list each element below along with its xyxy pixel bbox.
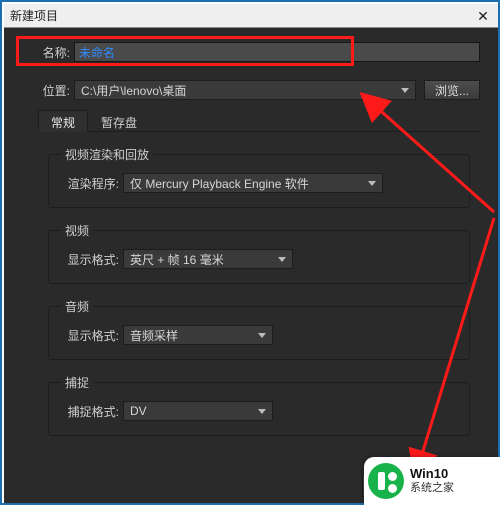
audio-display-dropdown[interactable]: 音频采样 xyxy=(123,325,273,345)
watermark-logo-icon xyxy=(368,463,404,499)
chevron-down-icon xyxy=(258,333,266,338)
renderer-dropdown[interactable]: 仅 Mercury Playback Engine 软件 xyxy=(123,173,383,193)
chevron-down-icon xyxy=(278,257,286,262)
chevron-down-icon xyxy=(401,88,409,93)
group-video: 视频 显示格式: 英尺 + 帧 16 毫米 xyxy=(48,222,470,284)
capture-format-dropdown[interactable]: DV xyxy=(123,401,273,421)
name-label: 名称: xyxy=(38,44,74,61)
watermark-text: Win10 系统之家 xyxy=(410,466,454,496)
location-path-dropdown[interactable]: C:\用户\lenovo\桌面 xyxy=(74,80,416,100)
group-capture: 捕捉 捕捉格式: DV xyxy=(48,374,470,436)
audio-display-label: 显示格式: xyxy=(61,327,123,344)
general-panel: 视频渲染和回放 渲染程序: 仅 Mercury Playback Engine … xyxy=(38,142,480,458)
watermark-line2: 系统之家 xyxy=(410,481,454,496)
video-display-label: 显示格式: xyxy=(61,251,123,268)
group-render: 视频渲染和回放 渲染程序: 仅 Mercury Playback Engine … xyxy=(48,146,470,208)
browse-button[interactable]: 浏览... xyxy=(424,80,480,100)
video-display-dropdown[interactable]: 英尺 + 帧 16 毫米 xyxy=(123,249,293,269)
capture-format-value: DV xyxy=(130,404,252,418)
group-render-legend: 视频渲染和回放 xyxy=(61,146,153,163)
tab-scratch-label: 暂存盘 xyxy=(101,116,137,130)
location-label: 位置: xyxy=(38,82,74,99)
location-path-value: C:\用户\lenovo\桌面 xyxy=(81,82,395,99)
new-project-dialog: 新建项目 ✕ 名称: 未命名 位置: C:\用户\lenovo\桌面 浏览... xyxy=(4,4,498,503)
chevron-down-icon xyxy=(258,409,266,414)
audio-display-value: 音频采样 xyxy=(130,327,252,344)
watermark-line1: Win10 xyxy=(410,466,448,481)
tab-general[interactable]: 常规 xyxy=(38,110,88,132)
close-icon[interactable]: ✕ xyxy=(474,7,492,25)
titlebar: 新建项目 ✕ xyxy=(4,4,498,28)
watermark-badge: Win10 系统之家 xyxy=(364,457,500,505)
tab-scratch[interactable]: 暂存盘 xyxy=(88,110,150,131)
name-row: 名称: 未命名 xyxy=(38,42,480,62)
renderer-value: 仅 Mercury Playback Engine 软件 xyxy=(130,175,362,192)
window-title: 新建项目 xyxy=(10,7,474,24)
browse-button-label: 浏览... xyxy=(435,82,469,99)
group-audio-legend: 音频 xyxy=(61,298,93,315)
renderer-label: 渲染程序: xyxy=(61,175,123,192)
chevron-down-icon xyxy=(368,181,376,186)
group-audio: 音频 显示格式: 音频采样 xyxy=(48,298,470,360)
video-display-value: 英尺 + 帧 16 毫米 xyxy=(130,251,272,268)
capture-format-label: 捕捉格式: xyxy=(61,403,123,420)
group-capture-legend: 捕捉 xyxy=(61,374,93,391)
name-input[interactable]: 未命名 xyxy=(74,42,480,62)
group-video-legend: 视频 xyxy=(61,222,93,239)
tab-general-label: 常规 xyxy=(51,116,75,130)
location-row: 位置: C:\用户\lenovo\桌面 浏览... xyxy=(38,80,480,100)
name-input-value: 未命名 xyxy=(79,44,115,61)
tabs: 常规 暂存盘 xyxy=(38,110,480,132)
